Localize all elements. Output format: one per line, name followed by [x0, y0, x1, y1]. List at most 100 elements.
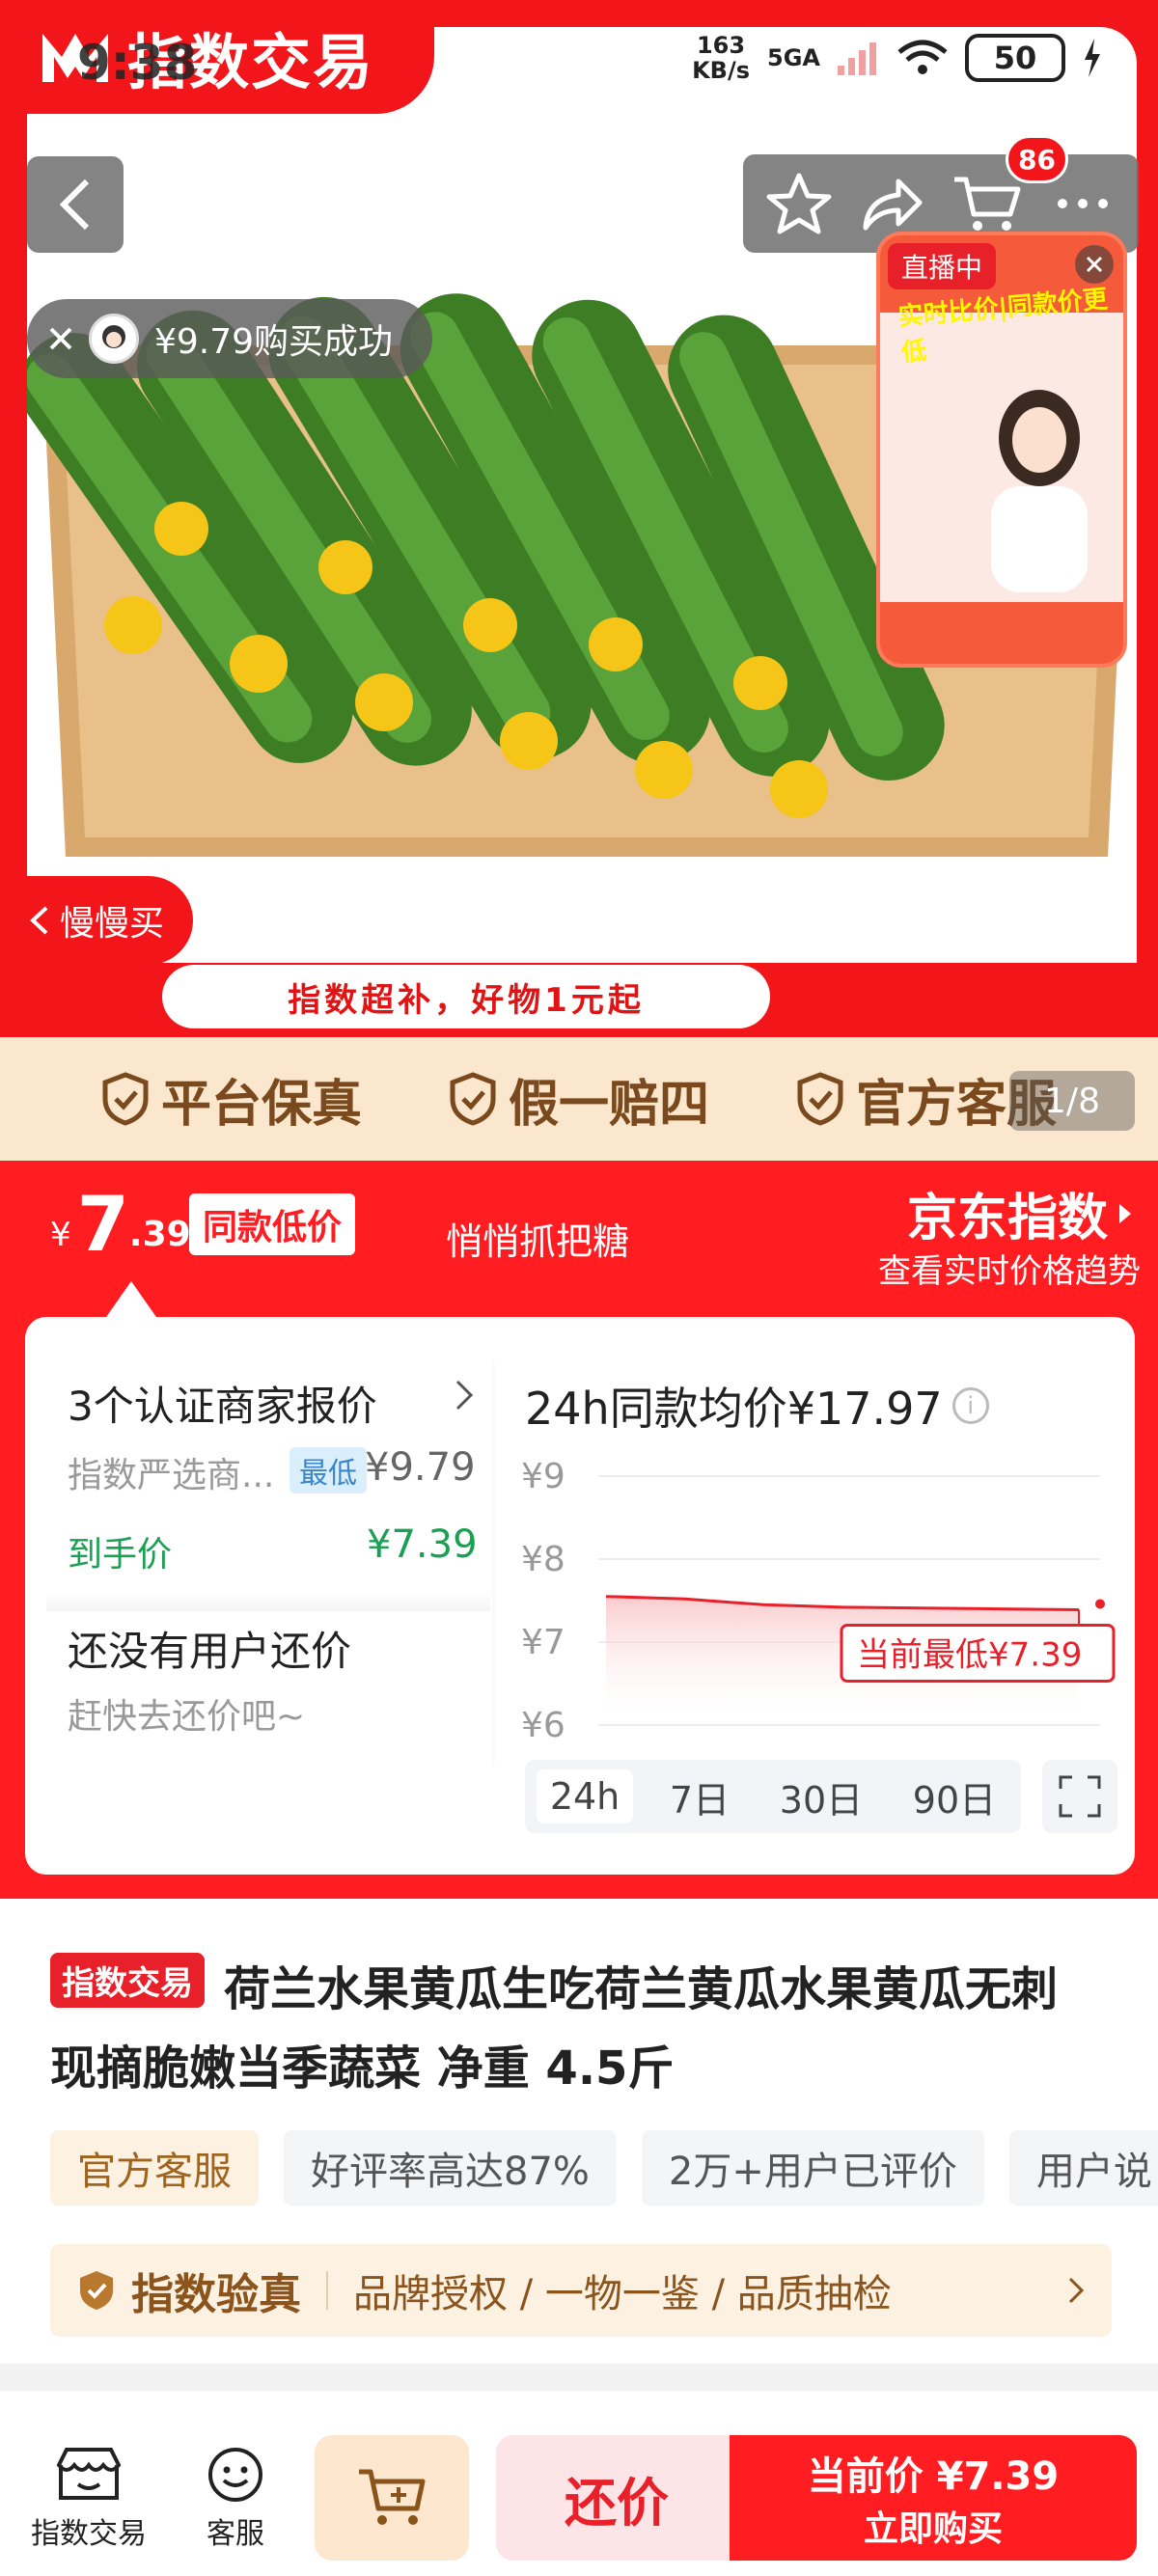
close-icon[interactable] — [48, 326, 73, 351]
live-close-button[interactable] — [1075, 245, 1114, 284]
price-currency: ¥ — [50, 1216, 71, 1254]
charging-icon — [1085, 39, 1100, 77]
cart-count-badge: 86 — [1006, 135, 1068, 183]
slow-buy-button[interactable]: 慢慢买 — [0, 876, 193, 965]
chart-annotation-text: 当前最低¥7.39 — [857, 1635, 1082, 1674]
chevron-left-icon — [59, 178, 90, 231]
lowest-badge: 最低 — [290, 1447, 367, 1494]
store-button[interactable]: 指数交易 — [31, 2446, 147, 2552]
user-avatar-icon — [102, 325, 125, 348]
chevron-left-icon — [30, 906, 48, 935]
tab-90d[interactable]: 90日 — [899, 1765, 1009, 1829]
buy-now-label: 立即购买 — [863, 2509, 1003, 2549]
price-decimal: .39 — [128, 1215, 191, 1254]
panel-divider — [492, 1360, 496, 1766]
price-trend-chart[interactable]: ¥9 ¥8 ¥7 ¥6 当前最低¥7.39 — [521, 1447, 1119, 1756]
brand-logo-banner: 指数交易 — [0, 0, 434, 114]
jd-index-subtitle: 查看实时价格趋势 — [878, 1252, 1141, 1291]
buy-now-price: 当前价 ¥7.39 — [807, 2454, 1060, 2499]
tag-positive-rate[interactable]: 好评率高达87% — [284, 2130, 617, 2206]
chart-y-tick-label: ¥9 — [521, 1457, 565, 1496]
more-icon[interactable] — [1049, 170, 1117, 237]
fullscreen-button[interactable] — [1042, 1760, 1117, 1833]
authenticity-separator — [326, 2271, 328, 2310]
live-badge: 直播中 — [888, 243, 997, 289]
wifi-icon — [897, 40, 948, 74]
certified-sellers-link[interactable]: 3个认证商家报价 — [68, 1374, 377, 1433]
avg-price-text: 24h同款均价¥17.97 — [525, 1383, 943, 1435]
live-stream-card[interactable]: 直播中 实时比价|同款价更低 — [876, 232, 1127, 668]
time-range-tabs: 24h 7日 30日 90日 — [525, 1760, 1021, 1833]
chart-y-tick-label: ¥7 — [521, 1623, 565, 1662]
battery-indicator: 50 — [965, 34, 1065, 82]
same-low-price-tag: 同款低价 — [189, 1193, 356, 1255]
add-cart-icon — [359, 2469, 426, 2525]
final-price-label: 到手价 — [68, 1535, 173, 1575]
info-icon[interactable]: i — [951, 1387, 989, 1424]
cart-icon[interactable] — [951, 170, 1024, 237]
tab-30d[interactable]: 30日 — [766, 1765, 876, 1829]
chevron-right-icon — [1068, 2277, 1085, 2304]
triangle-right-icon — [1119, 1203, 1131, 1223]
tab-24h[interactable]: 24h — [536, 1769, 634, 1823]
expand-icon — [1059, 1775, 1101, 1818]
status-time: 9:38 — [77, 35, 198, 91]
image-counter: 1/8 — [1009, 1071, 1135, 1131]
network-speed-value: 163 — [696, 32, 746, 59]
section-divider — [46, 1592, 490, 1611]
smile-icon — [208, 2448, 262, 2502]
brand-tag: 指数交易 — [50, 1953, 205, 2008]
product-title-line2: 现摘脆嫩当季蔬菜 净重 4.5斤 — [50, 2042, 675, 2096]
back-button[interactable] — [27, 156, 124, 253]
authenticity-title: 指数验真 — [131, 2270, 301, 2319]
buy-now-button[interactable]: 当前价 ¥7.39 立即购买 — [730, 2435, 1137, 2561]
service-label: 客服 — [207, 2517, 264, 2551]
guarantee-label: 假一赔四 — [508, 1075, 709, 1134]
bargain-button[interactable]: 还价 — [496, 2435, 737, 2561]
marketing-text: 悄悄抓把糖 — [446, 1220, 630, 1263]
add-to-cart-button[interactable] — [315, 2435, 469, 2561]
network-speed-unit: KB/s — [692, 57, 751, 84]
store-label: 指数交易 — [31, 2517, 147, 2551]
avg-price-title: 24h同款均价¥17.97 i — [525, 1374, 989, 1438]
jd-index-link[interactable]: 京东指数 — [907, 1177, 1133, 1249]
shield-check-icon — [450, 1072, 496, 1126]
chart-y-tick-label: ¥6 — [521, 1706, 565, 1745]
tag-user-says[interactable]: 用户说 — [1008, 2130, 1158, 2206]
guarantee-label: 平台保真 — [160, 1075, 362, 1134]
shield-check-icon — [102, 1072, 149, 1126]
guarantee-band: 平台保真 假一赔四 官方客服 — [0, 1037, 1158, 1161]
authenticity-items: 品牌授权 / 一物一鉴 / 品质抽检 — [353, 2272, 892, 2316]
favorite-star-icon[interactable] — [765, 170, 833, 237]
subsidy-banner[interactable]: 指数超补，好物1元起 — [162, 965, 770, 1028]
chart-y-tick-label: ¥8 — [521, 1540, 565, 1579]
current-price: ¥ 7 .39 — [50, 1187, 191, 1264]
network-type: 5GA — [767, 44, 820, 71]
customer-service-button[interactable]: 客服 — [205, 2446, 266, 2552]
tag-review-count[interactable]: 2万+用户已评价 — [641, 2130, 984, 2206]
share-icon[interactable] — [858, 170, 925, 237]
no-bargain-title: 还没有用户还价 — [68, 1628, 352, 1675]
guarantee-item: 平台保真 — [101, 1063, 362, 1136]
chevron-right-icon[interactable] — [454, 1378, 475, 1412]
avatar — [89, 314, 139, 364]
bargain-hint: 赶快去还价吧~ — [68, 1697, 306, 1737]
product-title-line1: 荷兰水果黄瓜生吃荷兰黄瓜水果黄瓜无刺 — [224, 1962, 1059, 2016]
chart-annotation: 当前最低¥7.39 — [840, 1623, 1116, 1683]
slow-buy-label: 慢慢买 — [59, 904, 164, 944]
price-integer: 7 — [76, 1182, 129, 1269]
tab-7d[interactable]: 7日 — [656, 1765, 743, 1829]
shield-check-icon — [80, 2271, 113, 2310]
jd-index-label: 京东指数 — [906, 1190, 1108, 1247]
status-bar: 163 KB/s 5GA 50 — [692, 33, 1102, 83]
guarantee-item: 假一赔四 — [449, 1063, 709, 1136]
tag-official-service[interactable]: 官方客服 — [50, 2130, 259, 2206]
store-icon — [56, 2448, 122, 2500]
close-icon — [1086, 256, 1103, 273]
product-tags: 官方客服 好评率高达87% 2万+用户已评价 用户说 — [50, 2130, 1158, 2206]
authenticity-bar[interactable]: 指数验真 品牌授权 / 一物一鉴 / 品质抽检 — [50, 2244, 1112, 2337]
final-price-value: ¥7.39 — [367, 1522, 478, 1567]
seller-price: ¥9.79 — [365, 1445, 476, 1490]
purchase-toast: ¥9.79购买成功 — [27, 299, 432, 378]
chart-point — [1095, 1599, 1105, 1609]
